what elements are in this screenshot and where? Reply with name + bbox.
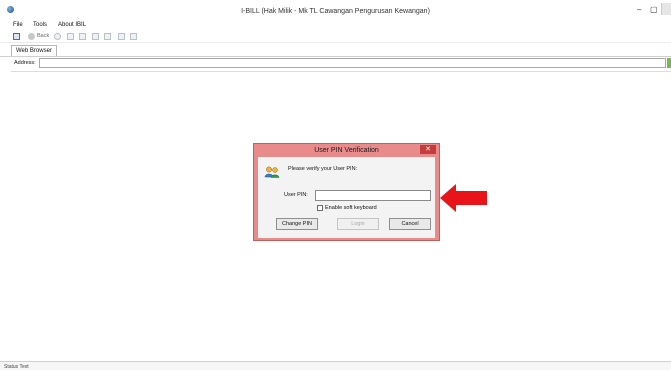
login-button[interactable]: Login — [337, 218, 379, 230]
soft-keyboard-label[interactable]: Enable soft keyboard — [325, 205, 377, 211]
home-icon[interactable] — [92, 33, 99, 40]
menu-about[interactable]: About IBIL — [58, 22, 86, 28]
menu-bar: File Tools About IBIL — [0, 20, 671, 30]
red-arrow-left-icon — [440, 184, 487, 212]
address-label: Address: — [14, 60, 36, 66]
address-input[interactable] — [39, 58, 666, 68]
dialog-body: Please verify your User PIN: User PIN: E… — [258, 157, 435, 238]
user-pin-dialog: User PIN Verification ✕ Please verify yo… — [253, 143, 440, 241]
address-bar: Address: — [11, 57, 671, 69]
user-pin-input[interactable] — [315, 190, 431, 201]
window-close-button[interactable] — [661, 3, 671, 15]
page-icon[interactable] — [67, 33, 74, 40]
soft-keyboard-checkbox[interactable] — [317, 205, 323, 211]
go-icon[interactable] — [667, 58, 671, 68]
user-pin-label: User PIN: — [284, 192, 308, 198]
back-button-label[interactable]: Back — [37, 33, 49, 39]
window-title: I-BILL (Hak Milik - Mk TL Cawangan Pengu… — [241, 8, 430, 15]
minimize-button[interactable]: – — [637, 5, 641, 14]
dialog-close-button[interactable]: ✕ — [420, 145, 436, 154]
menu-tools[interactable]: Tools — [33, 22, 47, 28]
menu-file[interactable]: File — [13, 22, 23, 28]
document-icon[interactable] — [79, 33, 86, 40]
print-preview-icon[interactable] — [118, 33, 125, 40]
tab-strip: Web Browser — [0, 45, 671, 57]
print-icon[interactable] — [104, 33, 111, 40]
change-pin-button[interactable]: Change PIN — [276, 218, 318, 230]
maximize-button[interactable]: ▢ — [650, 5, 658, 14]
zoom-icon[interactable] — [130, 33, 137, 40]
dialog-title: User PIN Verification — [314, 147, 379, 154]
status-text: Status Text — [4, 364, 29, 370]
toolbar: Back — [0, 31, 671, 43]
title-bar: I-BILL (Hak Milik - Mk TL Cawangan Pengu… — [0, 0, 671, 20]
cancel-button[interactable]: Cancel — [389, 218, 431, 230]
users-icon — [264, 166, 280, 178]
refresh-icon[interactable] — [54, 33, 61, 40]
back-icon[interactable] — [28, 33, 35, 40]
tab-web-browser[interactable]: Web Browser — [11, 45, 57, 56]
new-window-icon[interactable] — [13, 33, 20, 40]
dialog-prompt: Please verify your User PIN: — [288, 166, 358, 172]
